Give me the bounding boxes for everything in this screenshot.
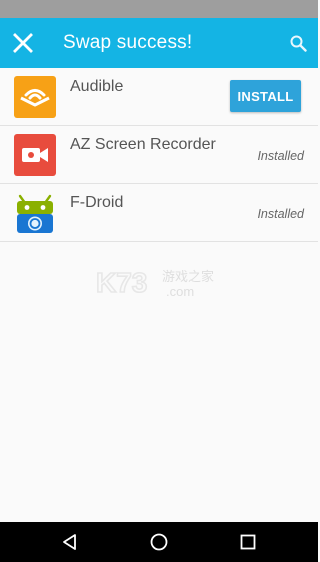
watermark-domain: .com <box>166 284 194 299</box>
app-name: Audible <box>70 78 124 95</box>
audible-icon <box>14 76 56 118</box>
back-triangle-icon[interactable] <box>60 532 80 552</box>
status-bar <box>0 0 318 18</box>
close-icon <box>13 33 33 53</box>
search-button[interactable] <box>278 18 318 68</box>
installed-status: Installed <box>257 207 304 221</box>
list-item-f-droid[interactable]: F-Droid Installed <box>0 184 318 242</box>
recents-square-icon[interactable] <box>238 532 258 552</box>
navigation-bar <box>0 522 318 562</box>
watermark-logo: K73 游戏之家 .com <box>96 266 214 299</box>
fdroid-icon <box>17 194 53 233</box>
app-name: F-Droid <box>70 194 124 211</box>
page-title: Swap success! <box>63 32 193 53</box>
close-button[interactable] <box>0 18 46 68</box>
app-bar: Swap success! <box>0 18 318 68</box>
watermark-text: 游戏之家 <box>162 269 214 285</box>
app-list: Audible INSTALL AZ Screen Recorder Insta… <box>0 68 318 242</box>
install-button[interactable]: INSTALL <box>230 80 301 112</box>
az-recorder-icon <box>14 134 56 176</box>
installed-status: Installed <box>257 149 304 163</box>
app-name: AZ Screen Recorder <box>70 136 216 153</box>
list-item-audible[interactable]: Audible INSTALL <box>0 68 318 126</box>
search-icon <box>290 35 307 52</box>
home-circle-icon[interactable] <box>149 532 169 552</box>
watermark-k73: K73 <box>96 267 147 298</box>
list-item-az-screen-recorder[interactable]: AZ Screen Recorder Installed <box>0 126 318 184</box>
